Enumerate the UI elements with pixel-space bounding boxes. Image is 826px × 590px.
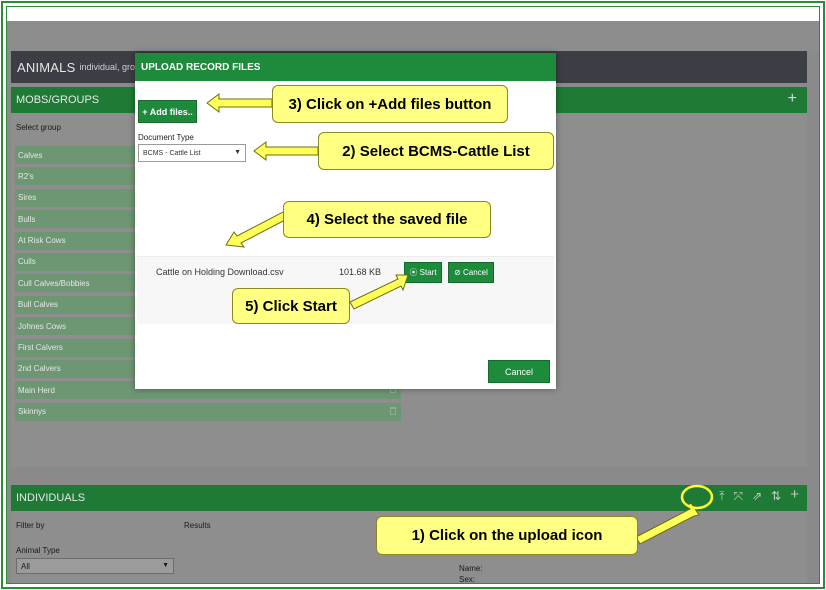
start-button[interactable]: ⦿ Start [404, 262, 442, 283]
upload-icon[interactable]: ⤒ [719, 489, 724, 504]
plus-icon[interactable]: + [788, 91, 797, 107]
cancel-button[interactable]: Cancel [488, 360, 550, 383]
group-item-label: Calves [18, 150, 43, 160]
callout-step4: 4) Select the saved file [283, 201, 491, 238]
group-item-label: Sires [18, 193, 37, 203]
mobs-groups-title: MOBS/GROUPS [16, 94, 100, 106]
file-size: 101.68 KB [339, 267, 382, 277]
cancel-upload-button[interactable]: ⊘ Cancel [448, 262, 494, 283]
select-group-label: Select group [16, 123, 61, 132]
caret-down-icon: ▼ [234, 149, 241, 156]
file-name: Cattle on Holding Download.csv [156, 267, 284, 277]
filter-by-label: Filter by [16, 521, 45, 530]
group-item-label: Bull Calves [18, 300, 59, 310]
modal-title: UPLOAD RECORD FILES [135, 53, 556, 81]
individuals-header: INDIVIDUALS ⤒ ⤧ ⇗ ⇅ + [11, 485, 807, 511]
individuals-title: INDIVIDUALS [16, 492, 86, 504]
group-item-label: First Calvers [18, 343, 63, 353]
group-item-label: R2's [18, 171, 34, 181]
group-item[interactable]: Skinnys [15, 402, 401, 421]
group-item-label: 2nd Calvers [18, 364, 61, 374]
caret-down-icon: ▼ [162, 562, 169, 569]
name-label: Name: [459, 564, 483, 573]
results-label: Results [184, 521, 211, 530]
callout-step5: 5) Click Start [232, 288, 350, 324]
group-item-label: At Risk Cows [18, 236, 66, 246]
animal-type-label: Animal Type [16, 546, 60, 555]
group-item-label: Cull Calves/Bobbies [18, 278, 90, 288]
document-type-value: BCMS - Cattle List [143, 149, 201, 157]
animal-type-value: All [21, 561, 30, 571]
document-type-select[interactable]: BCMS - Cattle List ▼ [138, 144, 246, 162]
top-strip [7, 7, 819, 21]
group-item-label: Skinnys [18, 407, 47, 417]
callout-step1: 1) Click on the upload icon [376, 516, 638, 555]
document-type-label: Document Type [138, 133, 194, 142]
plus-icon[interactable]: + [790, 487, 799, 504]
sex-label: Sex: [459, 575, 476, 584]
transfer-icon[interactable]: ⇗ [752, 489, 762, 504]
add-files-button[interactable]: + Add files.. [138, 100, 197, 123]
callout-step3: 3) Click on +Add files button [272, 85, 508, 123]
group-item-label: Main Herd [18, 385, 55, 395]
top-gap [7, 21, 819, 51]
group-item-label: Culls [18, 257, 36, 267]
group-item-label: Johnes Cows [18, 321, 67, 331]
trash-icon[interactable] [390, 406, 396, 415]
callout-step2: 2) Select BCMS-Cattle List [318, 132, 554, 170]
move-icon[interactable]: ⤧ [734, 489, 744, 504]
animal-type-select[interactable]: All ▼ [16, 558, 174, 574]
animals-title: ANIMALS [17, 59, 76, 75]
sort-icon[interactable]: ⇅ [771, 489, 781, 504]
individuals-toolbar: ⤒ ⤧ ⇗ ⇅ + [719, 487, 799, 504]
group-item-label: Bulls [18, 214, 36, 224]
